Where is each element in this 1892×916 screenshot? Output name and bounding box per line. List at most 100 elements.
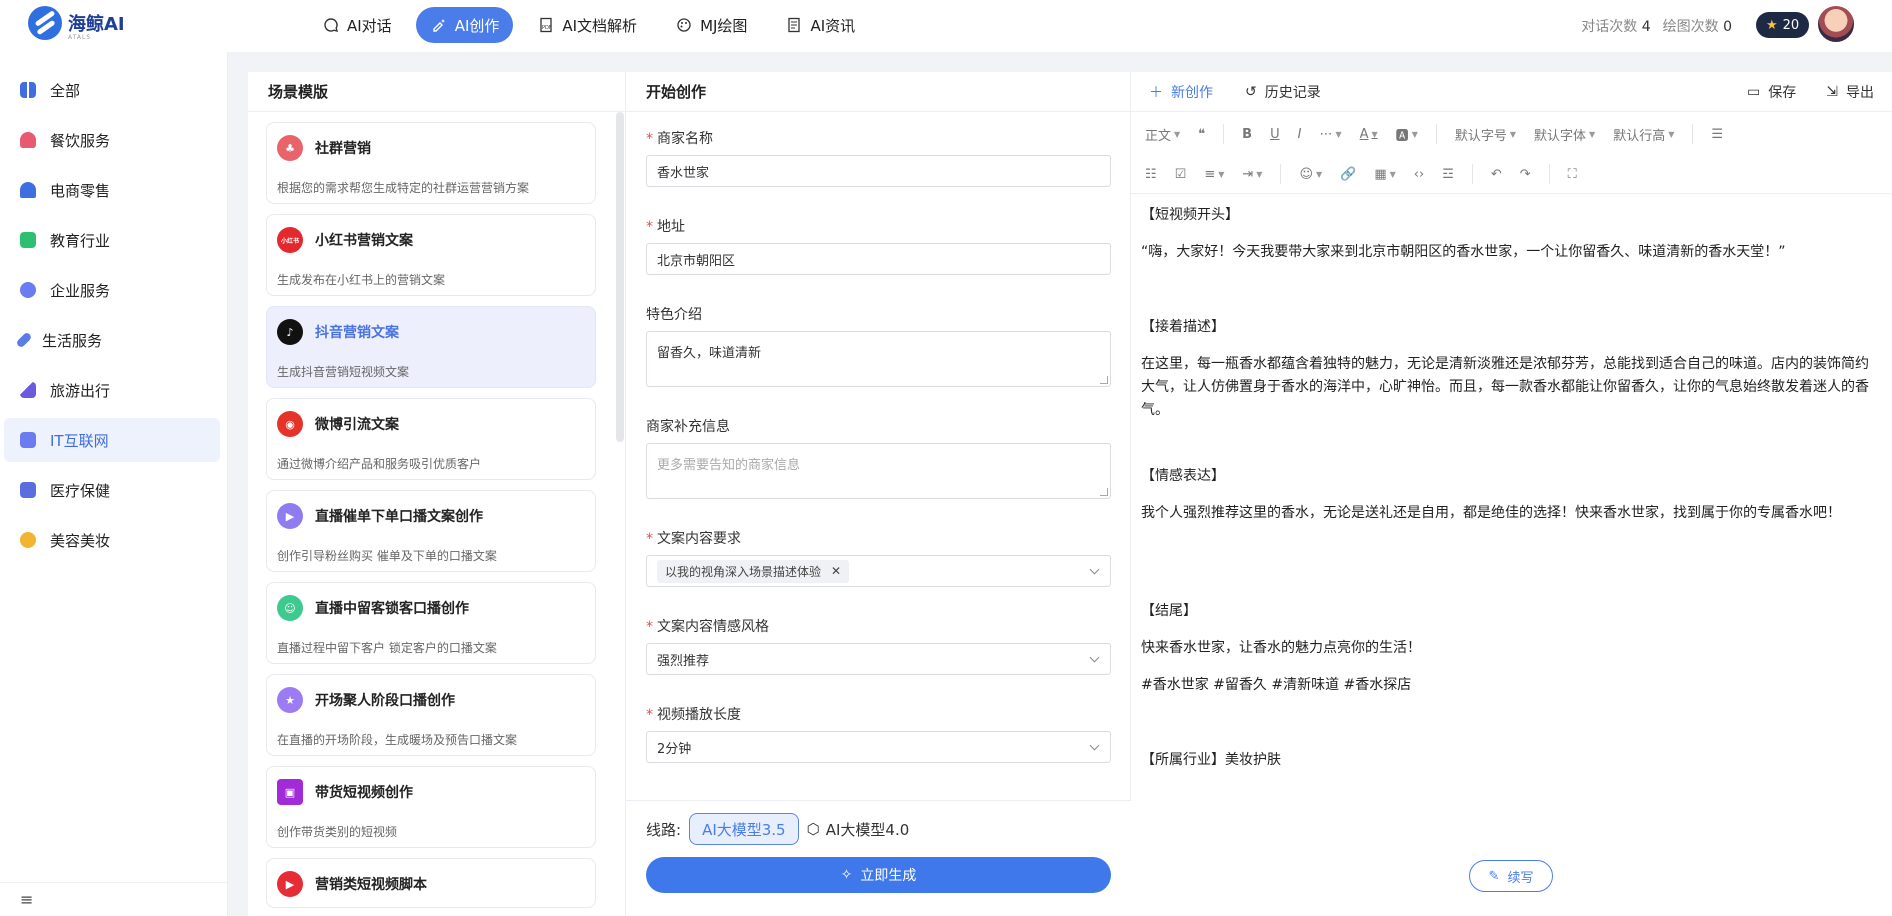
style-select[interactable]: 强烈推荐 — [646, 643, 1111, 675]
toolbar-divider — [1280, 164, 1282, 184]
line-height-select[interactable]: 默认行高 ▼ — [1613, 125, 1674, 144]
history-button[interactable]: ↺ 历史记录 — [1245, 82, 1321, 102]
template-card-douyin[interactable]: ♪ 抖音营销文案 生成抖音营销短视频文案 — [266, 306, 596, 388]
label-text: 文案内容情感风格 — [657, 619, 769, 635]
template-scrollbar[interactable] — [616, 112, 624, 442]
sidebar-item-it[interactable]: IT互联网 — [4, 418, 220, 462]
address-input[interactable]: 北京市朝阳区 — [646, 243, 1111, 275]
template-title: 社群营销 — [315, 141, 371, 157]
menu-icon[interactable]: ≡ — [20, 890, 33, 909]
quote-icon[interactable]: ❝ — [1198, 127, 1205, 142]
new-creation-button[interactable]: ＋ 新创作 — [1149, 82, 1213, 102]
redo-icon[interactable]: ↷ — [1520, 167, 1531, 182]
nav-ai-create[interactable]: AI创作 — [415, 7, 514, 43]
model-40-option[interactable]: ⬡ AI大模型4.0 — [807, 819, 910, 840]
link-icon[interactable]: 🔗 — [1340, 167, 1356, 182]
chevron-down-icon — [1089, 564, 1100, 575]
template-card-community[interactable]: ♣ 社群营销 根据您的需求帮您生成特定的社群运营营销方案 — [266, 122, 596, 204]
template-card-live-retain[interactable]: ☺ 直播中留客锁客口播创作 直播过程中留下客户 锁定客户的口播文案 — [266, 582, 596, 664]
nav-ai-news[interactable]: AI资讯 — [771, 7, 869, 43]
sidebar-item-medical[interactable]: 医疗保健 — [4, 468, 220, 512]
table-icon[interactable]: ▦ ▼ — [1374, 167, 1395, 182]
numbered-list-icon[interactable]: ☷ — [1145, 167, 1157, 182]
sidebar-item-label: 全部 — [50, 81, 81, 100]
bg-color-icon[interactable]: 🅰 ▼ — [1396, 125, 1418, 144]
resize-handle-icon[interactable] — [1100, 376, 1108, 384]
export-button[interactable]: ⇲ 导出 — [1826, 82, 1874, 102]
divider-icon[interactable]: ☲ — [1442, 167, 1454, 182]
sidebar-item-beauty[interactable]: 美容美妆 — [4, 518, 220, 562]
more-icon[interactable]: ⋯ ▼ — [1319, 127, 1341, 142]
avatar[interactable] — [1816, 4, 1856, 44]
smile-icon: ☺ — [277, 595, 303, 621]
duration-label: * 视频播放长度 — [646, 707, 741, 723]
code-icon[interactable]: ‹› — [1414, 167, 1424, 182]
model-35-option[interactable]: AI大模型3.5 — [689, 813, 799, 845]
fullscreen-icon[interactable]: ⛶ — [1568, 167, 1577, 182]
feature-label: 特色介绍 — [646, 307, 702, 323]
indent-icon[interactable]: ⇥ ▼ — [1242, 167, 1262, 182]
template-title: 微博引流文案 — [315, 417, 399, 433]
template-desc: 直播过程中留下客户 锁定客户的口播文案 — [277, 641, 497, 655]
chevron-down-icon — [1089, 740, 1100, 751]
template-card-weibo[interactable]: ◉ 微博引流文案 通过微博介绍产品和服务吸引优质客户 — [266, 398, 596, 480]
sidebar-item-life[interactable]: 生活服务 — [4, 318, 220, 362]
emoji-icon[interactable]: ☺ ▼ — [1299, 167, 1322, 182]
requirement-select[interactable]: 以我的视角深入场景描述体验 ✕ — [646, 555, 1111, 587]
palette-icon — [675, 16, 693, 34]
bold-icon[interactable]: B — [1242, 127, 1252, 142]
generate-button[interactable]: ✧ 立即生成 — [646, 857, 1111, 893]
main-nav: AI对话 AI创作 PDF AI文档解析 MJ绘图 AI资讯 — [308, 7, 869, 43]
nav-label: AI创作 — [454, 16, 500, 35]
paragraph-select[interactable]: 正文 ▼ — [1145, 125, 1180, 144]
font-family-select[interactable]: 默认字体 ▼ — [1534, 125, 1595, 144]
cart-icon: ▣ — [277, 779, 303, 805]
undo-icon[interactable]: ↶ — [1491, 167, 1502, 182]
top-bar: 海鲸AI ATALS AI对话 AI创作 PDF AI文档解析 MJ绘图 AI资… — [0, 0, 1892, 52]
grid-icon — [20, 82, 36, 98]
nav-mj-draw[interactable]: MJ绘图 — [661, 7, 761, 43]
bullet-list-icon[interactable]: ☰ — [1711, 127, 1723, 142]
sidebar-item-all[interactable]: 全部 — [4, 68, 220, 112]
template-card-sales-video[interactable]: ▣ 带货短视频创作 创作带货类别的短视频 — [266, 766, 596, 848]
content-paragraph: 【所属行业】美妆护肤 — [1141, 752, 1281, 768]
logo[interactable]: 海鲸AI ATALS — [28, 6, 125, 41]
sidebar-item-travel[interactable]: 旅游出行 — [4, 368, 220, 412]
template-card-live-order[interactable]: ▶ 直播催单下单口播文案创作 创作引导粉丝购买 催单及下单的口播文案 — [266, 490, 596, 572]
template-desc: 生成发布在小红书上的营销文案 — [277, 273, 446, 287]
tag-text: 以我的视角深入场景描述体验 — [665, 564, 822, 579]
line-height-label: 默认行高 — [1613, 128, 1666, 144]
template-card-xiaohongshu[interactable]: 小红书 小红书营销文案 生成发布在小红书上的营销文案 — [266, 214, 596, 296]
save-button[interactable]: ▭ 保存 — [1747, 82, 1796, 102]
style-label: * 文案内容情感风格 — [646, 619, 769, 635]
template-panel: 场景模版 ♣ 社群营销 根据您的需求帮您生成特定的社群运营营销方案 小红书 小红书营… — [248, 72, 626, 916]
font-size-label: 默认字号 — [1454, 128, 1507, 144]
align-icon[interactable]: ≡ ▼ — [1204, 167, 1224, 182]
font-size-select[interactable]: 默认字号 ▼ — [1455, 125, 1516, 144]
coin-badge[interactable]: ★ 20 — [1756, 12, 1810, 38]
close-icon[interactable]: ✕ — [831, 564, 841, 578]
extra-info-textarea[interactable]: 更多需要告知的商家信息 — [646, 443, 1111, 499]
resize-handle-icon[interactable] — [1100, 488, 1108, 496]
font-color-icon[interactable]: A ▼ — [1360, 127, 1378, 142]
continue-writing-button[interactable]: ✎ 续写 — [1469, 860, 1553, 892]
form-title: 开始创作 — [626, 72, 1130, 112]
sidebar-item-education[interactable]: 教育行业 — [4, 218, 220, 262]
template-card-live-opening[interactable]: ★ 开场聚人阶段口播创作 在直播的开场阶段，生成暖场及预告口播文案 — [266, 674, 596, 756]
nav-ai-doc[interactable]: PDF AI文档解析 — [523, 7, 651, 43]
italic-icon[interactable]: I — [1298, 127, 1302, 142]
feature-textarea[interactable]: 留香久，味道清新 — [646, 331, 1111, 387]
sidebar-item-enterprise[interactable]: 企业服务 — [4, 268, 220, 312]
duration-select[interactable]: 2分钟 — [646, 731, 1111, 763]
template-title: 抖音营销文案 — [315, 325, 399, 341]
template-card-marketing-script[interactable]: ▶ 营销类短视频脚本 — [266, 858, 596, 908]
sidebar-item-ecommerce[interactable]: 电商零售 — [4, 168, 220, 212]
nav-ai-chat[interactable]: AI对话 — [308, 7, 406, 43]
medical-icon — [20, 482, 36, 498]
history-label: 历史记录 — [1264, 84, 1321, 101]
sidebar-item-food[interactable]: 餐饮服务 — [4, 118, 220, 162]
checklist-icon[interactable]: ☑ — [1175, 167, 1187, 182]
underline-icon[interactable]: U — [1270, 127, 1280, 142]
template-desc: 通过微博介绍产品和服务吸引优质客户 — [277, 457, 482, 471]
merchant-name-input[interactable]: 香水世家 — [646, 155, 1111, 187]
